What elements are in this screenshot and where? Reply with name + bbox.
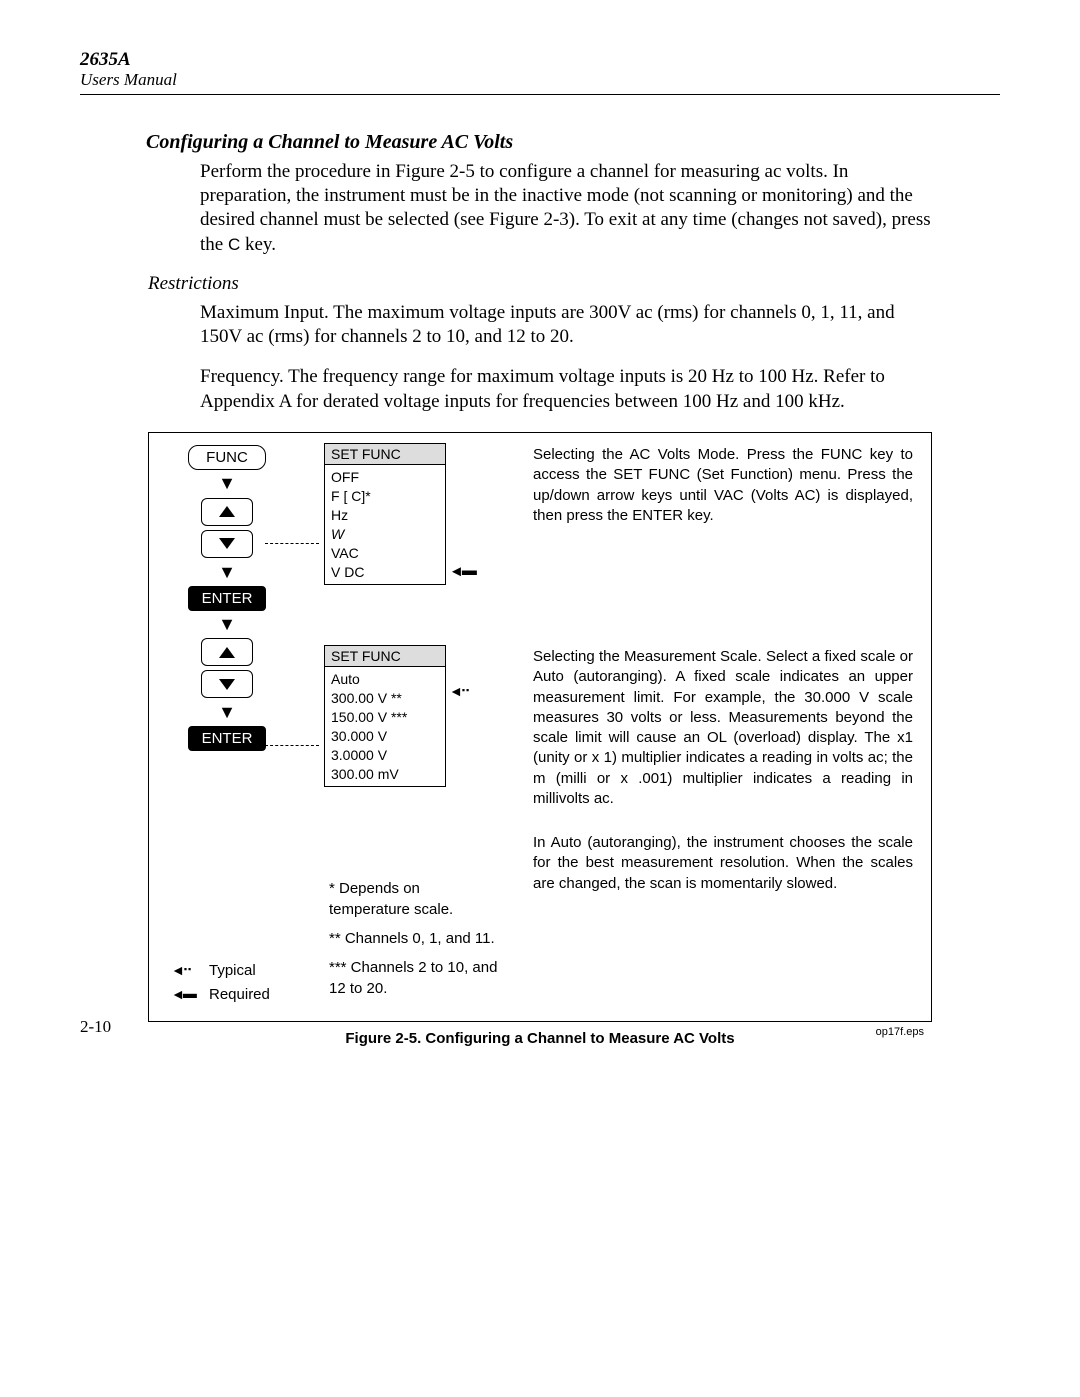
- typical-symbol-icon: [171, 959, 199, 983]
- restrictions-heading: Restrictions: [148, 273, 1000, 295]
- down-arrow-key: [201, 530, 253, 558]
- set-func-menu-2: SET FUNC Auto 300.00 V ** 150.00 V *** 3…: [324, 645, 446, 787]
- desc-title: Selecting the Measurement Scale: [533, 648, 758, 665]
- model-number: 2635A: [80, 50, 1000, 71]
- menu-title: SET FUNC: [325, 646, 445, 667]
- menu-items: OFF F [ C]* Hz W VAC V DC: [325, 465, 445, 584]
- menu-item: Hz: [331, 506, 439, 525]
- menu-box: SET FUNC Auto 300.00 V ** 150.00 V *** 3…: [324, 645, 446, 787]
- desc-autoranging: In Auto (autoranging), the instrument ch…: [533, 833, 913, 894]
- up-arrow-key: [201, 638, 253, 666]
- enter-key: ENTER: [188, 586, 266, 611]
- menu-item: 300.00 V **: [331, 689, 439, 708]
- menu-item: 150.00 V ***: [331, 708, 439, 727]
- flow-column: FUNC ▼ ▼ ENTER ▼ ▼ ENTER: [177, 445, 277, 751]
- desc-body: . Select a fixed scale or Auto (autorang…: [533, 648, 913, 807]
- menu-item: F [ C]*: [331, 487, 439, 506]
- menu-item: 300.00 mV: [331, 765, 439, 784]
- page-number: 2-10: [80, 1017, 111, 1037]
- menu-item: OFF: [331, 468, 439, 487]
- footnote-3: *** Channels 2 to 10, and 12 to 20.: [329, 957, 499, 999]
- required-symbol-icon: [171, 983, 199, 1007]
- figure-caption: Figure 2-5. Configuring a Channel to Mea…: [80, 1030, 1000, 1047]
- intro-paragraph: Perform the procedure in Figure 2-5 to c…: [200, 160, 940, 257]
- intro-text-b: key.: [240, 234, 276, 255]
- menu-item: V DC: [331, 563, 439, 582]
- func-key: FUNC: [188, 445, 266, 470]
- figure-2-5: FUNC ▼ ▼ ENTER ▼ ▼ ENTER SET FUNC: [148, 432, 932, 1022]
- footnote-2: ** Channels 0, 1, and 11.: [329, 928, 499, 949]
- menu-items: Auto 300.00 V ** 150.00 V *** 30.000 V 3…: [325, 667, 445, 786]
- enter-key: ENTER: [188, 726, 266, 751]
- manual-subtitle: Users Manual: [80, 71, 1000, 90]
- arrow-down-icon: ▼: [218, 619, 236, 630]
- menu-box: SET FUNC OFF F [ C]* Hz W VAC V DC: [324, 443, 446, 585]
- cancel-key-glyph: C: [228, 235, 240, 254]
- legend-typical: Typical: [171, 959, 270, 983]
- figure-filename: op17f.eps: [876, 1026, 924, 1038]
- pointer-typical-icon: [449, 683, 471, 700]
- pointer-required-icon: [449, 563, 479, 580]
- down-arrow-key: [201, 670, 253, 698]
- arrow-down-icon: ▼: [218, 567, 236, 578]
- menu-item-auto: Auto: [331, 670, 439, 689]
- legend-label: Required: [209, 983, 270, 1007]
- triangle-down-icon: [219, 538, 235, 549]
- figure-legend: Typical Required: [171, 959, 270, 1007]
- legend-required: Required: [171, 983, 270, 1007]
- section-heading: Configuring a Channel to Measure AC Volt…: [146, 131, 1000, 154]
- triangle-up-icon: [219, 506, 235, 517]
- arrow-down-icon: ▼: [218, 478, 236, 489]
- up-arrow-key: [201, 498, 253, 526]
- page-header: 2635A Users Manual: [80, 50, 1000, 95]
- desc-ac-volts-mode: Selecting the AC Volts Mode. Press the F…: [533, 445, 913, 526]
- triangle-up-icon: [219, 647, 235, 658]
- menu-title: SET FUNC: [325, 444, 445, 465]
- figure-footnotes: * Depends on temperature scale. ** Chann…: [329, 878, 499, 1007]
- set-func-menu-1: SET FUNC OFF F [ C]* Hz W VAC V DC: [324, 443, 446, 585]
- restriction-frequency: Frequency. The frequency range for maxim…: [200, 365, 940, 414]
- arrow-down-icon: ▼: [218, 707, 236, 718]
- intro-text-a: Perform the procedure in Figure 2-5 to c…: [200, 161, 931, 255]
- arrow-key-pair-1: [201, 497, 253, 559]
- manual-page: 2635A Users Manual Configuring a Channel…: [0, 0, 1080, 1087]
- legend-label: Typical: [209, 959, 256, 983]
- menu-item: W: [331, 525, 439, 544]
- arrow-key-pair-2: [201, 637, 253, 699]
- desc-measurement-scale: Selecting the Measurement Scale. Select …: [533, 647, 913, 809]
- menu-item: 3.0000 V: [331, 746, 439, 765]
- connector-dashed-1: [265, 543, 319, 544]
- menu-item: 30.000 V: [331, 727, 439, 746]
- connector-dashed-2: [265, 745, 319, 746]
- triangle-down-icon: [219, 679, 235, 690]
- desc-title: Selecting the AC Volts Mode: [533, 446, 735, 463]
- footnote-1: * Depends on temperature scale.: [329, 878, 499, 920]
- restriction-max-input: Maximum Input. The maximum voltage input…: [200, 301, 940, 350]
- menu-item-vac: VAC: [331, 544, 439, 563]
